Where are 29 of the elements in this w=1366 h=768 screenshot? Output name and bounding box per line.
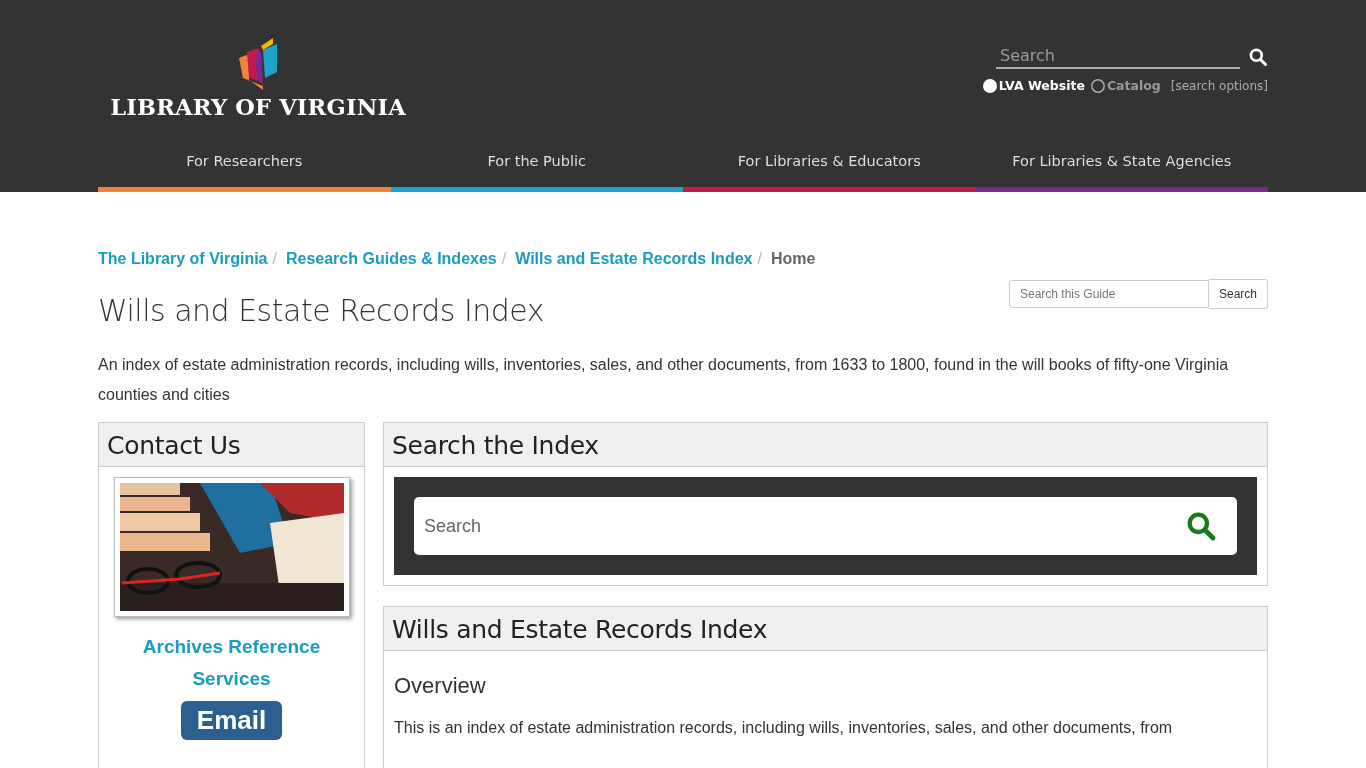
site-search-field[interactable]: Search (996, 44, 1240, 69)
search-icon[interactable] (1185, 510, 1217, 542)
breadcrumb-separator: / (272, 250, 277, 268)
guide-description: An index of estate administration records, including wills, inventories, sales, and other documents, from 1633 to 1800, found in the will books of fifty-one Virginia counties and cities (98, 355, 1230, 405)
search-options-link[interactable]: [search options] (1170, 78, 1268, 93)
nav-tab[interactable]: For Researchers (98, 143, 391, 192)
breadcrumb-current: Home (770, 250, 816, 268)
section-heading: Overview (394, 673, 487, 699)
nav-tab[interactable]: For Libraries & Educators (683, 143, 976, 192)
nav-tab[interactable]: For Libraries & State Agencies (975, 143, 1268, 192)
breadcrumb-separator: / (501, 250, 507, 268)
radio-label[interactable]: Catalog (1106, 78, 1161, 93)
radio-button[interactable] (982, 78, 997, 93)
search-icon[interactable] (1248, 46, 1268, 67)
guide-search-field[interactable]: Search this Guide (1008, 280, 1209, 308)
search-button[interactable]: Search (1208, 279, 1268, 309)
panel-heading: Wills and Estate Records Index (384, 607, 1267, 651)
page-title: Wills and Estate Records Index (98, 293, 545, 328)
radio-label[interactable]: LVA Website (998, 78, 1085, 93)
breadcrumb-separator: / (757, 250, 762, 268)
panel-heading: Search the Index (384, 423, 1267, 467)
index-search-field[interactable]: Search (414, 497, 1237, 555)
logo-icon (237, 38, 279, 92)
logo-text[interactable]: LIBRARY OF VIRGINIA (110, 94, 406, 120)
panel-heading: Contact Us (99, 423, 364, 467)
overview-text: This is an index of estate administration records, including wills, inventories, sales, and other documents, from (394, 719, 1174, 737)
nav-tab[interactable]: For the Public (390, 143, 683, 192)
radio-button[interactable] (1090, 78, 1105, 93)
email-button[interactable]: Email (180, 701, 283, 740)
